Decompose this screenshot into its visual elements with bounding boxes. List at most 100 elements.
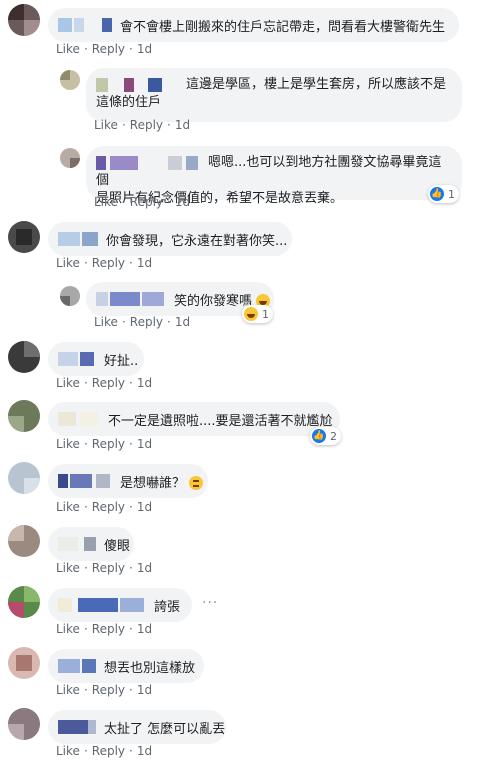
comment-text-line1: 這邊是學區，樓上是學生套房，所以應該不是 [186,77,447,92]
timestamp[interactable]: 1d [137,42,152,56]
reply-link[interactable]: Reply [130,195,163,209]
like-link[interactable]: Like [56,42,80,56]
reply-link[interactable]: Reply [92,500,125,514]
timestamp[interactable]: 1d [175,195,190,209]
like-link[interactable]: Like [94,118,118,132]
reply-link[interactable]: Reply [92,622,125,636]
avatar[interactable] [8,400,40,432]
avatar[interactable] [8,586,40,618]
timestamp[interactable]: 1d [137,744,152,758]
like-link[interactable]: Like [56,376,80,390]
commenter-name-redacted[interactable] [58,720,98,734]
comment-text: 太扯了 怎麼可以亂丟 [104,721,226,737]
comment-actions: Like · Reply · 1d [56,256,153,270]
reply-link[interactable]: Reply [92,256,125,270]
commenter-name-redacted[interactable] [58,352,98,366]
comment-text: 傻眼 [104,538,131,554]
comment-actions: Like · Reply · 1d [56,437,153,451]
comment-bubble: 誇張 [48,588,192,622]
comment-bubble: 想丟也別這樣放 [48,649,204,683]
avatar[interactable] [8,221,40,253]
reaction-count[interactable]: 👍 2 [310,427,341,445]
like-icon: 👍 [312,429,326,443]
comment-text: 誇張 [154,599,181,615]
reply-link[interactable]: Reply [92,744,125,758]
comment-bubble: 你會發現，它永遠在對著你笑... [48,222,292,256]
comment-bubble: 是想嚇誰？ [48,464,208,498]
reply-link[interactable]: Reply [92,376,125,390]
comment-actions: Like · Reply · 1d [56,500,153,514]
like-link[interactable]: Like [56,561,80,575]
like-link[interactable]: Like [56,622,80,636]
like-link[interactable]: Like [56,744,80,758]
comment-actions: Like · Reply · 1d [56,683,153,697]
reply-link[interactable]: Reply [92,42,125,56]
comment-actions: Like · Reply · 1d [56,622,153,636]
comment-bubble: 會不會樓上剛搬來的住戶忘記帶走，問看看大樓警衛先生 [48,8,459,42]
reply-link[interactable]: Reply [130,315,163,329]
like-link[interactable]: Like [56,256,80,270]
reply-link[interactable]: Reply [92,561,125,575]
comment-actions: Like · Reply · 1d [94,195,191,209]
comment-bubble: 太扯了 怎麼可以亂丟 [48,710,226,744]
avatar[interactable] [8,4,40,36]
comment-text: 想丟也別這樣放 [104,660,196,676]
timestamp[interactable]: 1d [137,622,152,636]
reply-link[interactable]: Reply [92,437,125,451]
comment-bubble: 不一定是遺照啦....要是還活著不就尷尬 [48,402,340,436]
timestamp[interactable]: 1d [137,683,152,697]
timestamp[interactable]: 1d [175,315,190,329]
comment-actions: Like · Reply · 1d [56,42,153,56]
timestamp[interactable]: 1d [175,118,190,132]
like-link[interactable]: Like [94,315,118,329]
avatar[interactable] [8,525,40,557]
commenter-name-redacted[interactable] [58,18,114,32]
commenter-name-redacted[interactable] [58,474,114,488]
comment-bubble: 嗯嗯...也可以到地方社團發文協尋畢竟這個 是照片有紀念價值的，希望不是故意丟棄… [86,146,462,206]
commenter-name-redacted[interactable] [58,232,100,246]
like-link[interactable]: Like [56,683,80,697]
haha-icon [244,307,258,321]
comment-bubble: 傻眼 [48,527,134,561]
more-options-button[interactable]: ··· [202,595,218,611]
comment-text: 好扯.. [104,353,139,369]
avatar[interactable] [60,286,80,306]
commenter-name-redacted[interactable] [58,598,148,612]
reaction-count[interactable]: 1 [242,305,273,323]
commenter-name-redacted[interactable] [96,77,180,92]
comment-actions: Like · Reply · 1d [56,376,153,390]
reply-link[interactable]: Reply [92,683,125,697]
reply-link[interactable]: Reply [130,118,163,132]
avatar[interactable] [60,70,80,90]
avatar[interactable] [8,462,40,494]
like-link[interactable]: Like [94,195,118,209]
thinking-emoji [189,476,204,490]
comment-actions: Like · Reply · 1d [56,744,153,758]
timestamp[interactable]: 1d [137,437,152,451]
avatar[interactable] [8,647,40,679]
comment-actions: Like · Reply · 1d [56,561,153,575]
timestamp[interactable]: 1d [137,256,152,270]
comment-actions: Like · Reply · 1d [94,315,191,329]
comment-actions: Like · Reply · 1d [94,118,191,132]
commenter-name-redacted[interactable] [58,659,98,673]
commenter-name-redacted[interactable] [96,155,202,170]
like-icon: 👍 [430,187,444,201]
avatar[interactable] [8,708,40,740]
like-link[interactable]: Like [56,500,80,514]
timestamp[interactable]: 1d [137,376,152,390]
like-link[interactable]: Like [56,437,80,451]
commenter-name-redacted[interactable] [58,412,102,426]
timestamp[interactable]: 1d [137,500,152,514]
timestamp[interactable]: 1d [137,561,152,575]
avatar[interactable] [8,341,40,373]
comment-bubble: 好扯.. [48,342,144,376]
comment-text: 會不會樓上剛搬來的住戶忘記帶走，問看看大樓警衛先生 [120,19,446,35]
commenter-name-redacted[interactable] [58,537,98,551]
commenter-name-redacted[interactable] [96,292,168,306]
comment-bubble: 這邊是學區，樓上是學生套房，所以應該不是 這條的住戶 [86,68,462,122]
avatar[interactable] [60,148,80,168]
comment-text: 是想嚇誰？ [120,472,204,491]
reaction-count[interactable]: 👍 1 [428,185,459,203]
comment-text-line2: 這條的住戶 [96,95,162,110]
